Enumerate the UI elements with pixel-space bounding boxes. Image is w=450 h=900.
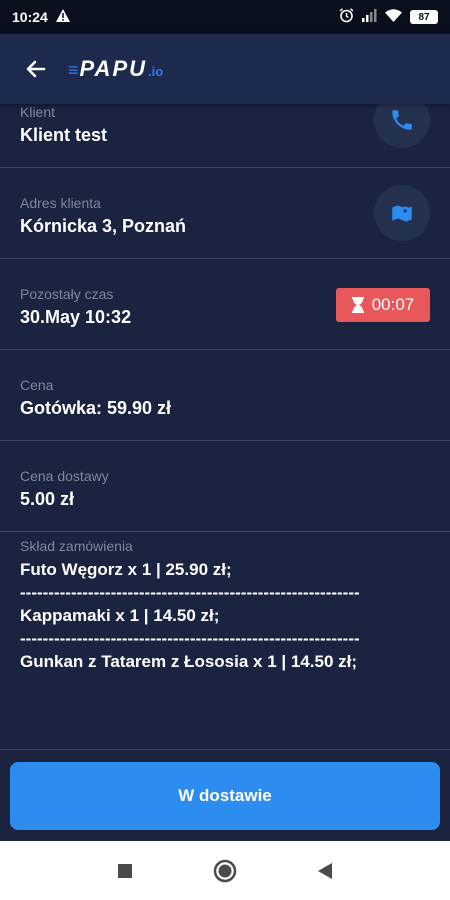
delivery-price-row: Cena dostawy 5.00 zł: [0, 441, 450, 532]
timer-value: 00:07: [371, 295, 415, 314]
hourglass-icon: [351, 297, 364, 313]
order-details: Klient Klient test Adres klienta Kórnick…: [0, 104, 450, 750]
delivery-price-label: Cena dostawy: [20, 468, 109, 484]
client-label: Klient: [20, 104, 56, 120]
map-button[interactable]: [374, 185, 430, 241]
remaining-time-label: Pozostały czas: [20, 286, 114, 302]
order-items-list: Futo Węgorz x 1 | 25.90 zł; ------------…: [20, 558, 430, 673]
back-button[interactable]: [20, 53, 52, 85]
phone-icon: [392, 110, 412, 130]
battery-indicator: 87: [410, 10, 438, 24]
papu-logo: ≡ PAPU .io: [68, 56, 163, 82]
wifi-icon: [385, 9, 402, 25]
item-separator: ----------------------------------------…: [20, 583, 360, 602]
home-button[interactable]: [175, 851, 275, 891]
signal-icon: [362, 9, 377, 25]
address-row: Adres klienta Kórnicka 3, Poznań: [0, 168, 450, 259]
order-items-label: Skład zamówienia: [20, 538, 133, 554]
logo-mark: ≡: [68, 60, 79, 80]
logo-text: PAPU: [79, 56, 148, 81]
recents-button[interactable]: [75, 851, 175, 891]
square-icon: [118, 863, 132, 878]
app-bar: ≡ PAPU .io: [0, 34, 450, 104]
circle-icon: [213, 859, 237, 882]
delivery-datetime: 30.May 10:32: [20, 307, 132, 327]
address-label: Adres klienta: [20, 195, 101, 211]
triangle-left-icon: [318, 862, 332, 879]
client-address: Kórnicka 3, Poznań: [20, 216, 187, 236]
warning-icon: [55, 9, 70, 25]
system-nav-bar: [0, 841, 450, 900]
order-item: Futo Węgorz x 1 | 25.90 zł;: [20, 560, 232, 579]
client-name: Klient test: [20, 125, 108, 145]
price-value: Gotówka: 59.90 zł: [20, 398, 172, 418]
alarm-icon: [339, 8, 354, 26]
remaining-time-row: Pozostały czas 30.May 10:32 00:07: [0, 259, 450, 350]
status-time: 10:24: [12, 9, 48, 25]
in-delivery-button[interactable]: W dostawie: [10, 762, 440, 830]
timer-badge: 00:07: [336, 288, 430, 322]
status-bar: 10:24 87: [0, 0, 450, 34]
order-item: Kappamaki x 1 | 14.50 zł;: [20, 606, 220, 625]
map-icon: [392, 205, 412, 222]
item-separator: ----------------------------------------…: [20, 629, 360, 648]
call-button[interactable]: [374, 104, 430, 148]
logo-suffix: .io: [148, 64, 164, 79]
back-nav-button[interactable]: [275, 851, 375, 891]
price-label: Cena: [20, 377, 54, 393]
client-row: Klient Klient test: [0, 104, 450, 168]
order-item: Gunkan z Tatarem z Łososia x 1 | 14.50 z…: [20, 652, 358, 671]
order-items-row: Skład zamówienia Futo Węgorz x 1 | 25.90…: [0, 532, 450, 750]
arrow-left-icon: [26, 60, 46, 78]
action-footer: W dostawie: [0, 750, 450, 841]
price-row: Cena Gotówka: 59.90 zł: [0, 350, 450, 441]
delivery-price-value: 5.00 zł: [20, 489, 75, 509]
